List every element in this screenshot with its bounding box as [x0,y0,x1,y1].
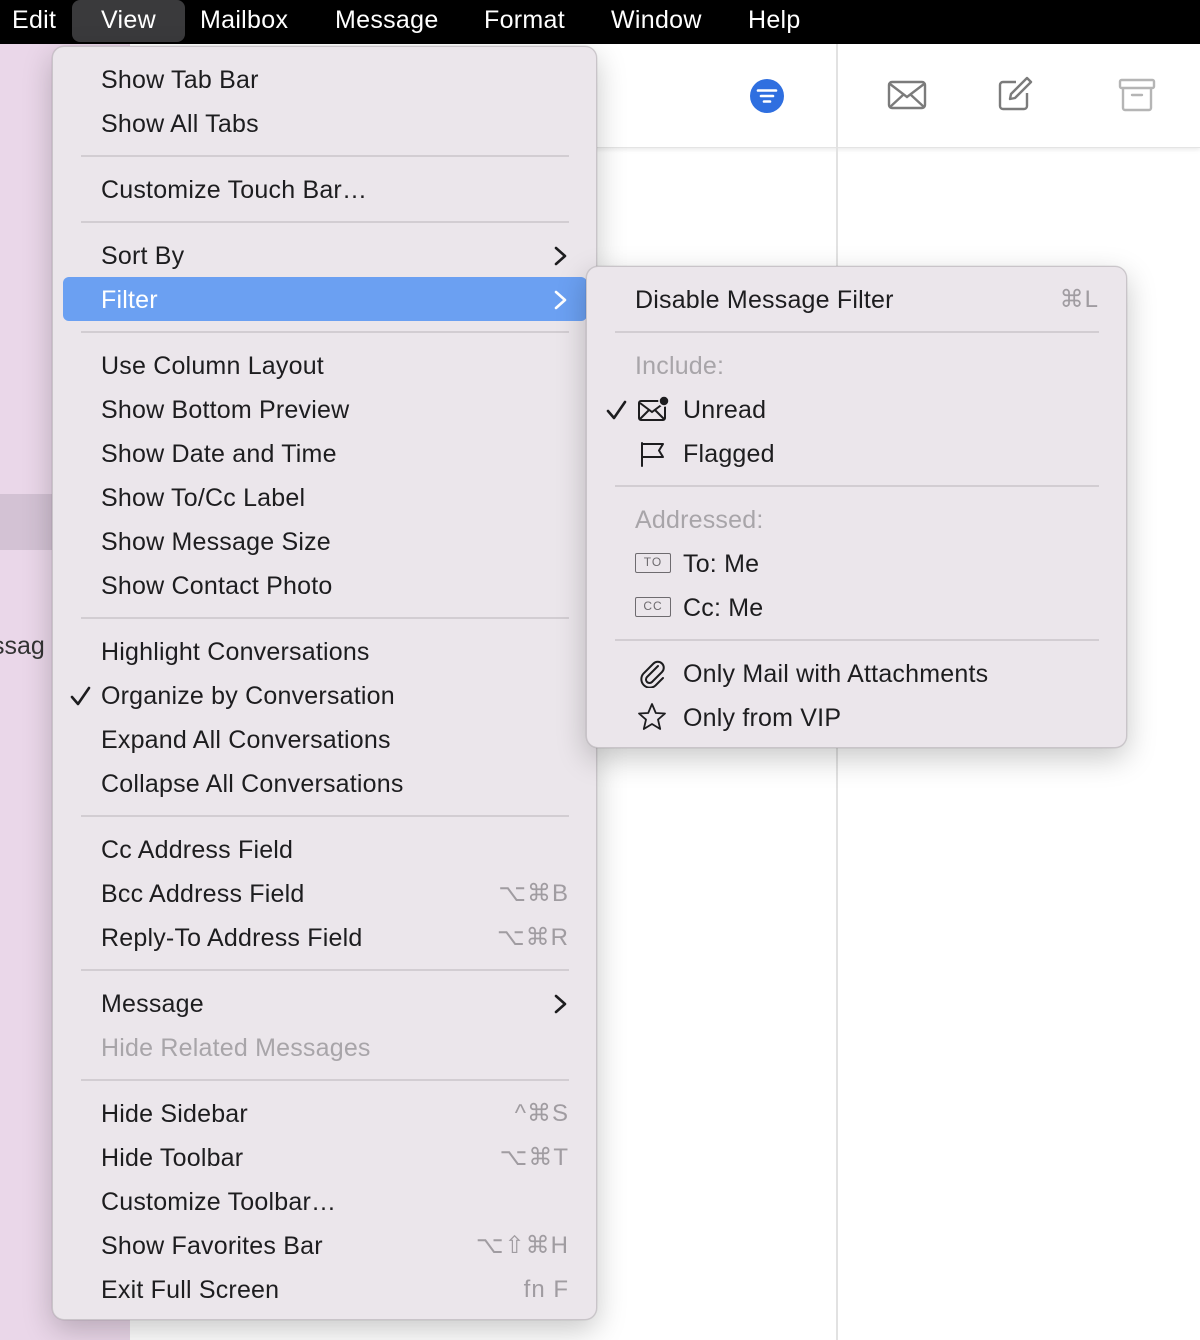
menu-window[interactable]: Window [611,0,702,44]
menu-format[interactable]: Format [484,0,565,44]
shortcut-label: fn F [523,1276,569,1303]
menu-item-sort-by[interactable]: Sort By [101,236,184,276]
to-badge-icon: TO [635,553,671,573]
menu-item-only-mail-with-attachments[interactable]: Only Mail with Attachments [683,654,988,694]
menu-separator [81,617,569,619]
checkmark-icon [70,686,91,706]
menu-separator [81,331,569,333]
menu-separator [81,1079,569,1081]
view-menu: Show Tab Bar Show All Tabs Customize Tou… [52,46,597,1320]
menu-item-cc-address-field[interactable]: Cc Address Field [101,830,293,870]
menu-view[interactable]: View [72,0,185,42]
shortcut-label: ^⌘S [514,1100,569,1127]
menu-item-exit-full-screen[interactable]: Exit Full Screen [101,1270,279,1310]
menu-separator [81,155,569,157]
shortcut-label: ⌥⇧⌘H [475,1232,569,1259]
section-header-addressed: Addressed: [635,506,764,534]
paperclip-icon [640,660,665,688]
menu-separator [615,331,1099,333]
menu-item-collapse-all-conversations[interactable]: Collapse All Conversations [101,764,404,804]
filter-submenu: Disable Message Filter ⌘L Include: Unrea… [586,266,1127,748]
filter-icon[interactable] [749,78,785,119]
menu-item-show-favorites-bar[interactable]: Show Favorites Bar [101,1226,323,1266]
menu-separator [81,815,569,817]
menu-item-show-to-cc-label[interactable]: Show To/Cc Label [101,478,305,518]
menu-item-show-contact-photo[interactable]: Show Contact Photo [101,566,333,606]
menu-message[interactable]: Message [335,0,439,44]
menu-item-expand-all-conversations[interactable]: Expand All Conversations [101,720,391,760]
star-icon [638,703,666,730]
menu-item-to-me[interactable]: To: Me [683,544,759,584]
chevron-right-icon [554,290,567,310]
menu-separator [615,485,1099,487]
menu-item-hide-sidebar[interactable]: Hide Sidebar [101,1094,248,1134]
menu-edit[interactable]: Edit [12,0,56,44]
menu-separator [81,221,569,223]
menu-item-customize-touch-bar[interactable]: Customize Touch Bar… [101,170,367,210]
menu-separator [615,639,1099,641]
shortcut-label: ⌘L [1059,286,1099,313]
menu-item-cc-me[interactable]: Cc: Me [683,588,763,628]
menu-item-reply-to-address-field[interactable]: Reply-To Address Field [101,918,362,958]
shortcut-label: ⌥⌘T [499,1144,569,1171]
menu-item-message[interactable]: Message [101,984,204,1024]
unread-envelope-icon [638,395,670,421]
menu-item-filter[interactable]: Filter [101,280,158,320]
menu-item-show-date-and-time[interactable]: Show Date and Time [101,434,337,474]
menu-item-bcc-address-field[interactable]: Bcc Address Field [101,874,305,914]
menu-item-show-message-size[interactable]: Show Message Size [101,522,331,562]
menu-item-use-column-layout[interactable]: Use Column Layout [101,346,324,386]
checkmark-icon [606,400,627,420]
menu-bar: Edit View Mailbox Message Format Window … [0,0,1200,44]
menu-separator [81,969,569,971]
menu-item-show-all-tabs[interactable]: Show All Tabs [101,104,259,144]
compose-icon[interactable] [996,75,1034,118]
archive-icon[interactable] [1118,78,1156,117]
menu-item-show-bottom-preview[interactable]: Show Bottom Preview [101,390,349,430]
menu-mailbox[interactable]: Mailbox [200,0,288,44]
menu-help[interactable]: Help [748,0,801,44]
envelope-icon[interactable] [887,80,927,115]
menu-item-disable-message-filter[interactable]: Disable Message Filter [635,280,894,320]
sidebar-partial-label: ssag [0,632,45,660]
menu-item-organize-by-conversation[interactable]: Organize by Conversation [101,676,395,716]
menu-item-hide-related-messages: Hide Related Messages [101,1034,371,1062]
chevron-right-icon [554,994,567,1014]
menu-item-show-tab-bar[interactable]: Show Tab Bar [101,60,259,100]
cc-badge-icon: CC [635,597,671,617]
section-header-include: Include: [635,352,725,380]
menu-item-unread[interactable]: Unread [683,390,766,430]
chevron-right-icon [554,246,567,266]
menu-item-customize-toolbar[interactable]: Customize Toolbar… [101,1182,336,1222]
flag-icon [641,442,664,467]
shortcut-label: ⌥⌘B [498,880,569,907]
shortcut-label: ⌥⌘R [497,924,569,951]
sidebar-selected-row[interactable] [0,494,60,550]
menu-item-hide-toolbar[interactable]: Hide Toolbar [101,1138,243,1178]
menu-item-only-from-vip[interactable]: Only from VIP [683,698,841,738]
menu-item-flagged[interactable]: Flagged [683,434,775,474]
menu-item-highlight-conversations[interactable]: Highlight Conversations [101,632,370,672]
